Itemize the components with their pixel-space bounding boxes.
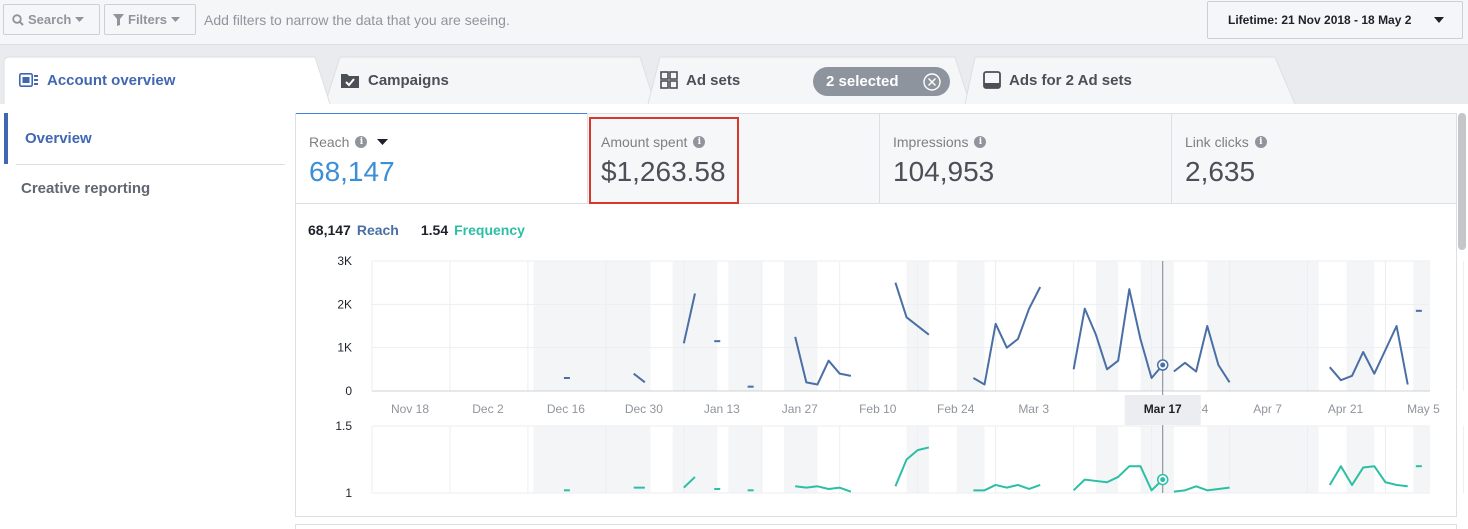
- chart-band: [1095, 261, 1119, 391]
- y-tick-label: 2K: [337, 297, 352, 311]
- hover-date-label: Mar 17: [1144, 402, 1182, 416]
- x-tick-label: Mar 3: [1018, 402, 1049, 416]
- x-tick-label: Dec 30: [625, 402, 663, 416]
- chart-band: [728, 426, 762, 493]
- chart-band: [956, 261, 985, 391]
- chart-band: [1413, 261, 1430, 391]
- x-tick-label: Jan 27: [782, 402, 818, 416]
- reach-frequency-chart[interactable]: 3K 2K 1K 0 1.5 1 Nov 18 Dec 2 Dec 16 Dec 30 Jan 13…: [0, 0, 1468, 529]
- x-tick-label: Nov 18: [391, 402, 429, 416]
- next-panel-edge: [295, 524, 1457, 529]
- chart-band: [1140, 426, 1174, 493]
- chart-band: [533, 426, 651, 493]
- chart-band: [784, 426, 818, 493]
- chart-band: [728, 261, 762, 391]
- x-tick-label: Dec 2: [472, 402, 504, 416]
- scrollbar[interactable]: [1458, 113, 1466, 250]
- x-tick-label: Feb 24: [937, 402, 975, 416]
- chart-band: [672, 261, 718, 391]
- x-tick-label: Jan 13: [704, 402, 740, 416]
- chart-band: [1207, 261, 1319, 391]
- reach-series-hover-dot: [1160, 362, 1166, 368]
- y-tick-label: 1K: [337, 341, 352, 355]
- x-tick-label: May 5: [1407, 402, 1440, 416]
- chart-band: [533, 261, 651, 391]
- frequency-series-hover-dot: [1160, 477, 1166, 483]
- y-tick-label: 1: [345, 486, 352, 500]
- x-tick-label: Dec 16: [547, 402, 585, 416]
- chart-band: [784, 261, 818, 391]
- x-tick-label: Feb 10: [859, 402, 897, 416]
- chart-band: [956, 426, 985, 493]
- x-tick-label: Apr 7: [1253, 402, 1282, 416]
- chart-band: [1413, 426, 1430, 493]
- chart-band: [672, 426, 718, 493]
- y-tick-label: 1.5: [335, 419, 352, 433]
- y-tick-label: 0: [345, 384, 352, 398]
- chart-band: [1346, 261, 1375, 391]
- x-tick-label: Apr 21: [1328, 402, 1364, 416]
- y-tick-label: 3K: [337, 254, 352, 268]
- chart-band: [1207, 426, 1319, 493]
